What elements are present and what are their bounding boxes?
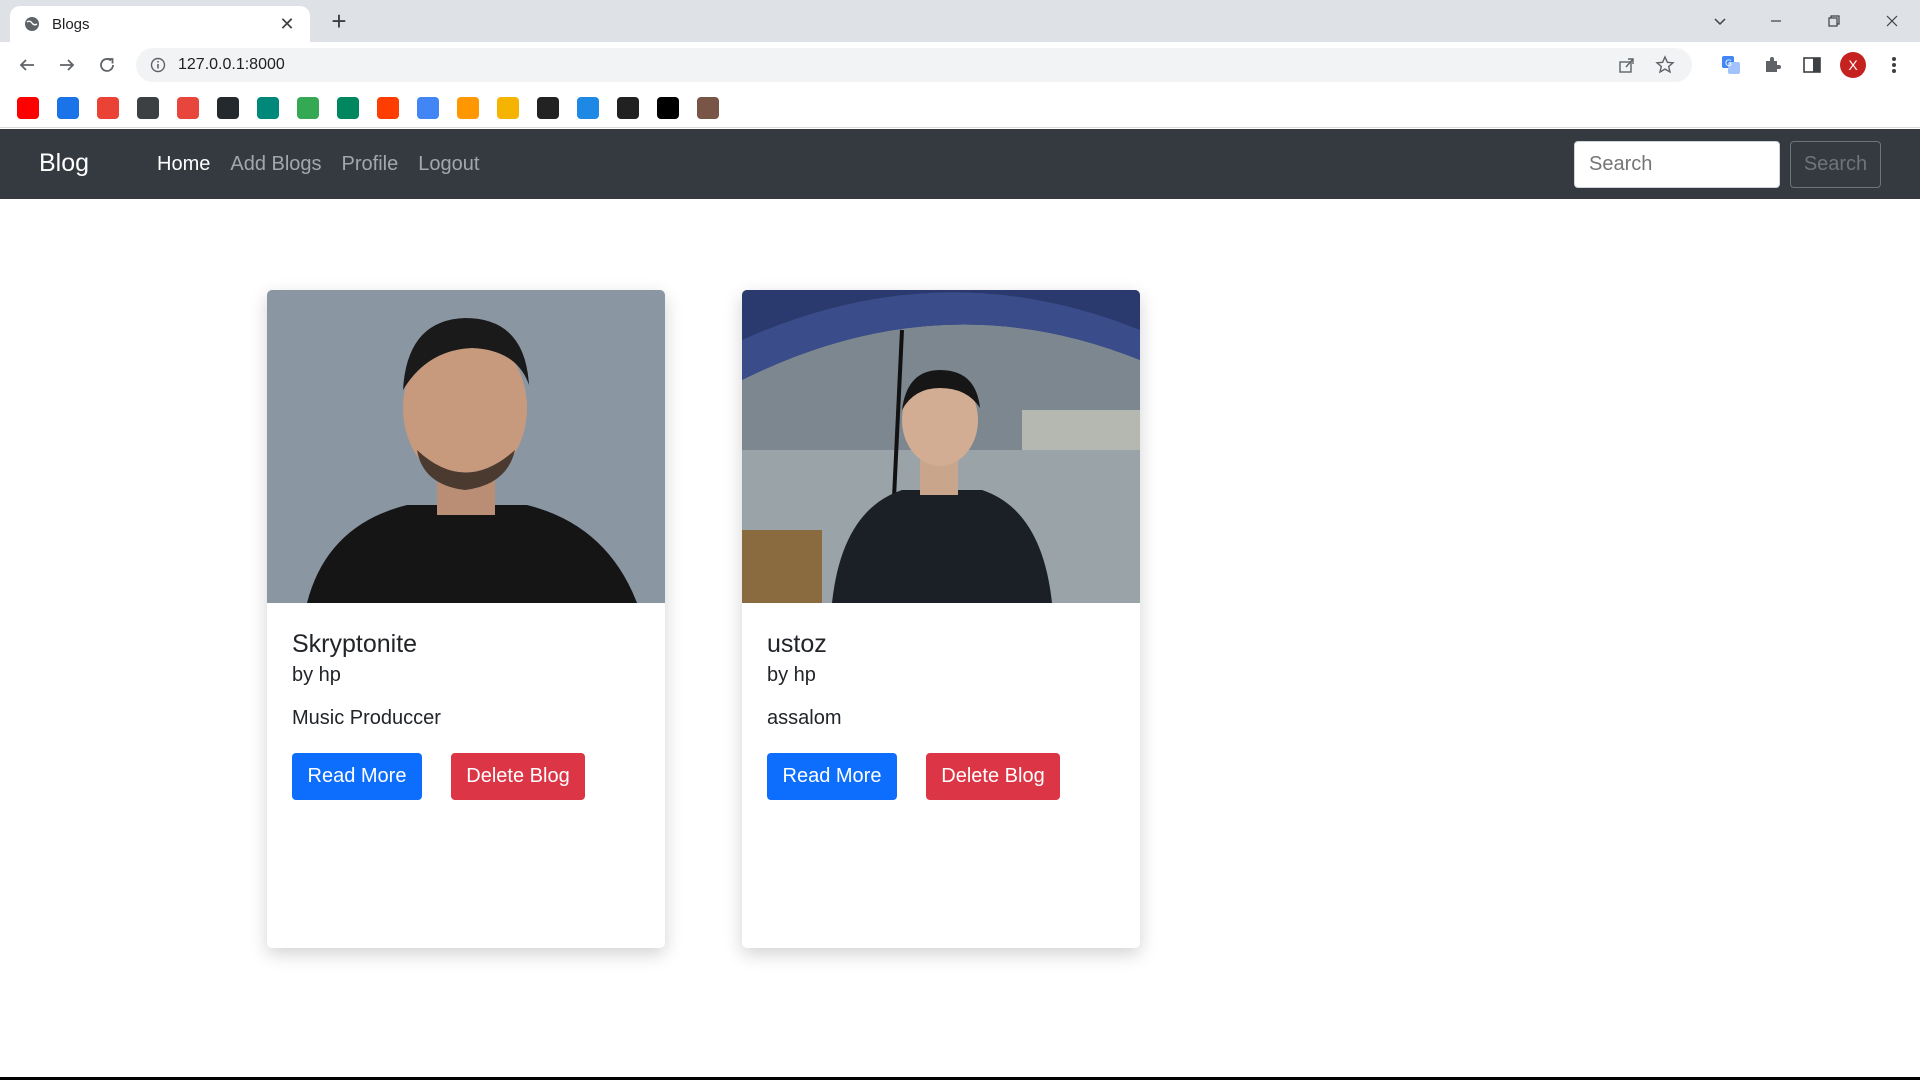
globe-icon[interactable] [137, 97, 159, 119]
blog-card-title: ustoz [767, 630, 827, 658]
reload-icon[interactable] [93, 51, 121, 79]
person-icon[interactable] [697, 97, 719, 119]
blog-card-description: assalom [767, 707, 842, 729]
tab-title: Blogs [52, 15, 90, 33]
close-tab-icon[interactable]: ✕ [278, 14, 296, 35]
translate-icon[interactable] [417, 97, 439, 119]
blog-card: ustoz by hp assalom Read More Delete Blo… [742, 290, 1140, 948]
nav-link-profile[interactable]: Profile [342, 153, 399, 176]
bookmark-star-icon[interactable] [1654, 54, 1676, 76]
shapes-icon[interactable] [497, 97, 519, 119]
scissors-icon[interactable] [617, 97, 639, 119]
translate-extension-icon[interactable]: G [1719, 53, 1743, 77]
blog-card: Skryptonite by hp Music Produccer Read M… [267, 290, 665, 948]
globe-icon [25, 17, 39, 31]
mt-icon[interactable] [537, 97, 559, 119]
side-panel-icon[interactable] [1800, 53, 1824, 77]
blog-card-description: Music Produccer [292, 707, 441, 729]
nav-links: Home Add Blogs Profile Logout [157, 153, 479, 176]
profile-avatar[interactable]: X [1840, 52, 1866, 78]
nav-link-home[interactable]: Home [157, 153, 210, 176]
address-bar[interactable]: 127.0.0.1:8000 [136, 48, 1692, 82]
bolt-icon[interactable] [457, 97, 479, 119]
youtube-icon[interactable] [17, 97, 39, 119]
minimize-icon[interactable] [1762, 8, 1790, 34]
blog-card-author: by hp [767, 664, 816, 686]
back-arrow-icon[interactable] [13, 51, 41, 79]
browser-tab[interactable]: Blogs ✕ [10, 6, 310, 42]
diamond-icon[interactable] [57, 97, 79, 119]
delete-blog-button[interactable]: Delete Blog [926, 753, 1060, 800]
blog-card-title: Skryptonite [292, 630, 418, 658]
github-icon[interactable] [217, 97, 239, 119]
site-navbar: Blog Home Add Blogs Profile Logout Searc… [0, 129, 1920, 199]
restore-icon[interactable] [1820, 8, 1848, 34]
search-input[interactable] [1574, 141, 1780, 188]
play-circle-icon[interactable] [297, 97, 319, 119]
close-window-icon[interactable] [1878, 8, 1906, 34]
bookmarks-bar [0, 88, 1920, 128]
nav-link-add-blogs[interactable]: Add Blogs [230, 153, 321, 176]
svg-text:G: G [1725, 59, 1732, 69]
nav-link-logout[interactable]: Logout [418, 153, 479, 176]
delete-blog-button[interactable]: Delete Blog [451, 753, 585, 800]
kebab-menu-icon[interactable] [1882, 53, 1906, 77]
read-more-button[interactable]: Read More [292, 753, 422, 800]
tab-search-chevron-icon[interactable] [1706, 8, 1734, 34]
codepen-icon[interactable] [657, 97, 679, 119]
url-text: 127.0.0.1:8000 [178, 56, 285, 73]
blog-card-image [267, 290, 665, 603]
blog-card-image [742, 290, 1140, 603]
browser-toolbar: 127.0.0.1:8000 G X [0, 42, 1920, 88]
browser-tabstrip: Blogs ✕ + [0, 0, 1920, 42]
navbar-brand[interactable]: Blog [39, 149, 89, 178]
app-icon[interactable] [177, 97, 199, 119]
gmail-icon[interactable] [97, 97, 119, 119]
y-icon[interactable] [377, 97, 399, 119]
play-store-icon[interactable] [337, 97, 359, 119]
read-more-button[interactable]: Read More [767, 753, 897, 800]
share-icon[interactable] [1616, 54, 1638, 76]
site-info-icon[interactable] [150, 57, 166, 73]
forward-arrow-icon[interactable] [53, 51, 81, 79]
check-icon[interactable] [577, 97, 599, 119]
extensions-puzzle-icon[interactable] [1760, 53, 1784, 77]
blog-card-author: by hp [292, 664, 341, 686]
search-button[interactable]: Search [1790, 141, 1881, 188]
new-tab-button[interactable]: + [325, 8, 353, 36]
meet-icon[interactable] [257, 97, 279, 119]
